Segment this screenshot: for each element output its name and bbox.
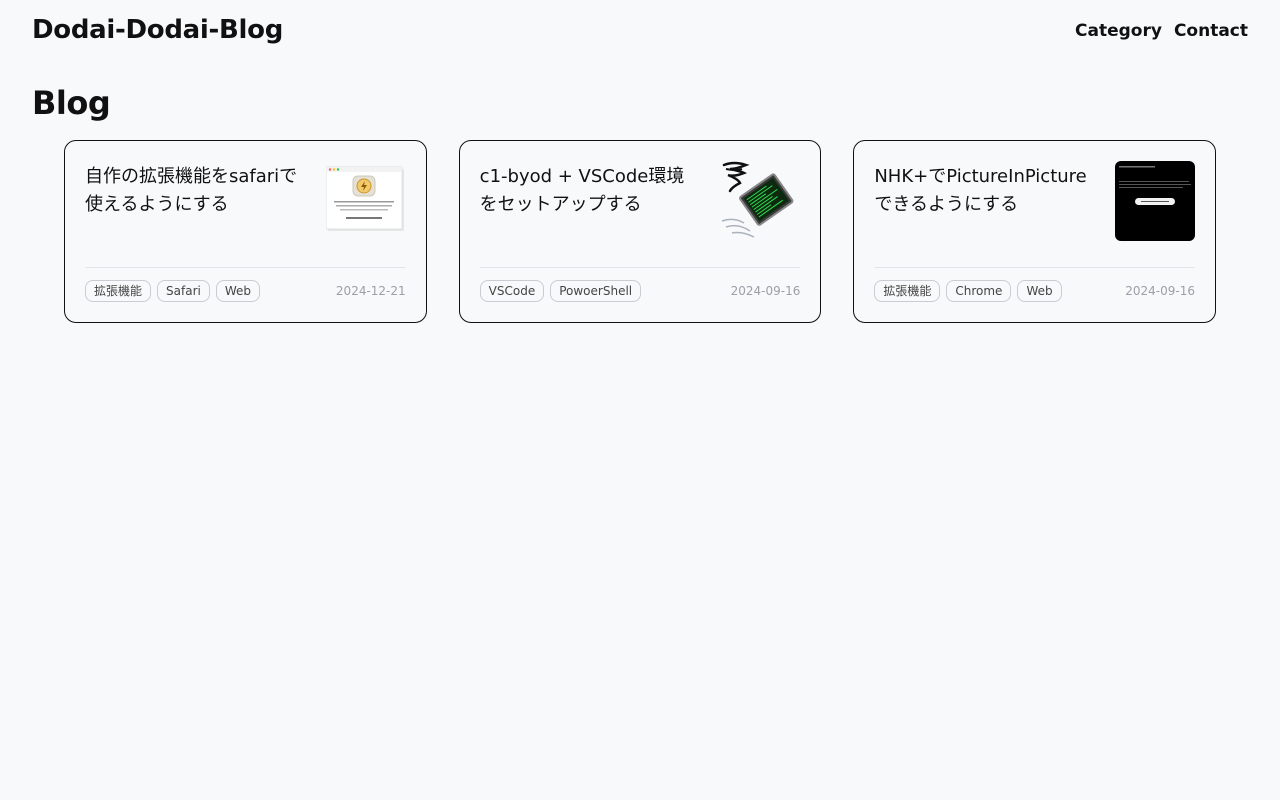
post-thumbnail (325, 161, 406, 241)
post-thumbnail (1115, 161, 1196, 241)
site-header: Dodai-Dodai-Blog Category Contact (0, 0, 1280, 66)
tag-chip[interactable]: VSCode (479, 280, 545, 302)
site-title-link[interactable]: Dodai-Dodai-Blog (32, 15, 283, 45)
tag-list: VSCode PowoerShell (479, 280, 642, 302)
card-divider (85, 267, 406, 268)
nav-contact-link[interactable]: Contact (1174, 21, 1248, 41)
post-date: 2024-12-21 (335, 284, 406, 298)
card-divider (479, 267, 801, 268)
nav-category-link[interactable]: Category (1075, 21, 1162, 41)
post-date: 2024-09-16 (730, 284, 801, 298)
post-card[interactable]: 自作の拡張機能をsafariで使えるようにする 拡張機能 Safari Web … (64, 140, 427, 323)
tag-list: 拡張機能 Safari Web (85, 280, 261, 302)
card-divider (874, 267, 1196, 268)
post-thumbnail (720, 161, 800, 241)
post-list: 自作の拡張機能をsafariで使えるようにする 拡張機能 Safari Web … (64, 140, 1217, 323)
tag-chip[interactable]: 拡張機能 (874, 280, 941, 302)
post-title[interactable]: c1-byod + VSCode環境をセットアップする (480, 163, 700, 219)
tag-chip[interactable]: PowoerShell (550, 280, 642, 302)
page-title: Blog (32, 84, 111, 122)
tag-chip[interactable]: Chrome (946, 280, 1012, 302)
post-date: 2024-09-16 (1125, 284, 1196, 298)
post-card[interactable]: c1-byod + VSCode環境をセットアップする VSCode Powoe… (458, 140, 822, 323)
post-card[interactable]: NHK+でPictureInPictureできるようにする 拡張機能 Chrom… (853, 140, 1217, 323)
tag-list: 拡張機能 Chrome Web (874, 280, 1062, 302)
tag-chip[interactable]: Web (1017, 280, 1062, 302)
tag-chip[interactable]: 拡張機能 (85, 280, 152, 302)
top-nav: Category Contact (1075, 21, 1248, 41)
tag-chip[interactable]: Safari (157, 280, 210, 302)
post-title[interactable]: NHK+でPictureInPictureできるようにする (874, 163, 1094, 219)
tag-chip[interactable]: Web (215, 280, 261, 302)
post-title[interactable]: 自作の拡張機能をsafariで使えるようにする (85, 163, 305, 219)
